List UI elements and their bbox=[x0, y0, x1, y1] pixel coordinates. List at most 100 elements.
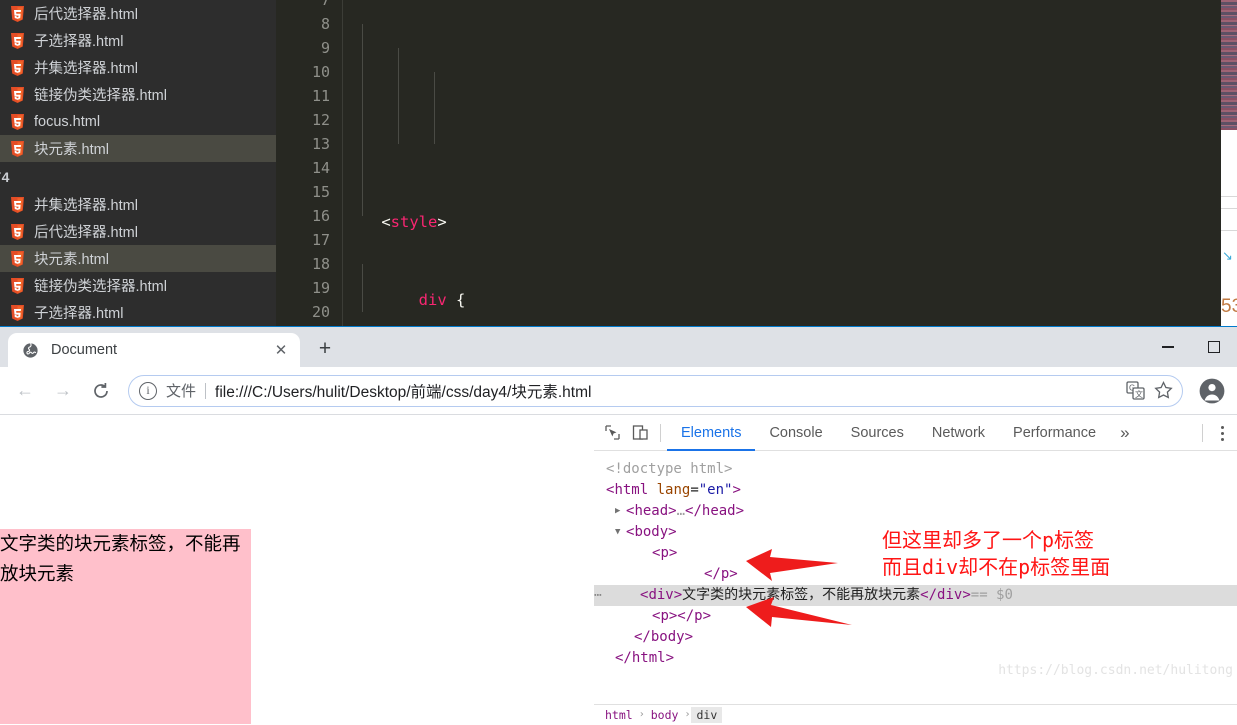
file-name: 块元素.html bbox=[34, 252, 109, 268]
info-icon[interactable]: i bbox=[139, 381, 157, 400]
more-options-icon[interactable] bbox=[1209, 419, 1235, 447]
collapse-caret-icon[interactable]: ▼ bbox=[615, 522, 626, 543]
vscode-window: 后代选择器.html 子选择器.html 并集选择器.html 链接伪类选择器.… bbox=[0, 0, 1237, 330]
browser-toolbar: ← → i 文件 file:///C:/Users/hulit/Desktop/… bbox=[0, 367, 1237, 415]
file-item[interactable]: 链接伪类选择器.html bbox=[0, 81, 276, 108]
file-item[interactable]: 并集选择器.html bbox=[0, 191, 276, 218]
code-lines[interactable]: <title>Document</title> <style> div { ba… bbox=[344, 0, 1237, 330]
devtools-toolbar-right bbox=[1196, 415, 1235, 451]
line-number: 17 bbox=[311, 231, 330, 249]
html5-file-icon bbox=[10, 277, 25, 294]
divider bbox=[1202, 424, 1203, 442]
scroll-dots-icon[interactable]: ⋯ bbox=[594, 585, 603, 606]
file-name: 后代选择器.html bbox=[34, 225, 138, 241]
file-explorer-sidebar[interactable]: 后代选择器.html 子选择器.html 并集选择器.html 链接伪类选择器.… bbox=[0, 0, 276, 330]
chrome-window: Document ✕ + ← → i 文件 file:///C:/Users/h… bbox=[0, 327, 1237, 725]
dom-node-p-empty[interactable]: <p></p> bbox=[606, 606, 1237, 627]
line-number: 15 bbox=[311, 183, 330, 201]
scheme-label: 文件 bbox=[166, 383, 197, 400]
url-input[interactable]: file:///C:/Users/hulit/Desktop/前端/css/da… bbox=[215, 380, 1120, 402]
file-item[interactable]: 后代选择器.html bbox=[0, 0, 276, 27]
explorer-group-header[interactable]: Y4 bbox=[0, 162, 276, 191]
close-icon[interactable]: ✕ bbox=[270, 339, 292, 361]
translate-icon[interactable]: G文 bbox=[1122, 378, 1148, 404]
code-line-7[interactable]: <title>Document</title> bbox=[344, 144, 1237, 156]
file-item[interactable]: 并集选择器.html bbox=[0, 54, 276, 81]
html5-file-icon bbox=[10, 250, 25, 267]
line-number: 14 bbox=[311, 159, 330, 177]
html5-file-icon bbox=[10, 304, 25, 321]
line-number: 20 bbox=[311, 303, 330, 321]
html5-file-icon bbox=[10, 223, 25, 240]
divider bbox=[205, 382, 207, 399]
file-name: 链接伪类选择器.html bbox=[34, 88, 167, 104]
dom-tree[interactable]: <!doctype html> <html lang="en"> ▶ <head>… bbox=[594, 451, 1237, 704]
line-number: 7 bbox=[320, 0, 330, 9]
tab-performance[interactable]: Performance bbox=[999, 415, 1110, 451]
breadcrumb-html[interactable]: html bbox=[600, 707, 638, 723]
code-line-9[interactable]: div { bbox=[344, 288, 1237, 312]
browser-tab[interactable]: Document ✕ bbox=[8, 333, 300, 367]
device-toolbar-icon[interactable] bbox=[626, 419, 654, 447]
file-name: focus.html bbox=[34, 113, 101, 130]
code-editor-area[interactable]: 7 8 9 10 11 12 13 14 15 16 17 18 19 20 <… bbox=[276, 0, 1237, 330]
address-bar[interactable]: i 文件 file:///C:/Users/hulit/Desktop/前端/c… bbox=[128, 374, 1183, 407]
indent-guide bbox=[362, 264, 363, 312]
dom-node-html-open[interactable]: <html lang="en"> bbox=[606, 480, 1237, 501]
inspect-element-icon[interactable] bbox=[598, 419, 626, 447]
html5-file-icon bbox=[10, 113, 25, 130]
maximize-button[interactable] bbox=[1191, 327, 1237, 367]
tab-sources[interactable]: Sources bbox=[837, 415, 918, 451]
dom-node-body-close[interactable]: </body> bbox=[606, 627, 1237, 648]
breadcrumb-body[interactable]: body bbox=[646, 707, 684, 723]
file-name: 链接伪类选择器.html bbox=[34, 279, 167, 295]
dom-node-div-selected[interactable]: ⋯ <div>文字类的块元素标签，不能再放块元素</div>== $0 bbox=[594, 585, 1237, 606]
html5-file-icon bbox=[10, 86, 25, 103]
minimize-icon bbox=[1162, 346, 1174, 348]
indent-guide bbox=[398, 48, 399, 144]
minimize-button[interactable] bbox=[1145, 327, 1191, 367]
cursor-arrow-icon: ↘ bbox=[1222, 248, 1233, 263]
maximize-icon bbox=[1208, 341, 1220, 353]
file-item[interactable]: 子选择器.html bbox=[0, 299, 276, 326]
new-tab-button[interactable]: + bbox=[310, 334, 340, 364]
expand-caret-icon[interactable]: ▶ bbox=[615, 501, 626, 522]
more-tabs-button[interactable]: » bbox=[1110, 415, 1139, 451]
annotation-arrow-dom-p-empty bbox=[746, 597, 852, 627]
file-item[interactable]: 子选择器.html bbox=[0, 27, 276, 54]
explorer-group-bottom: 并集选择器.html 后代选择器.html 块元素.html 链接伪类选择器.h… bbox=[0, 191, 276, 326]
explorer-group-label: Y4 bbox=[0, 168, 10, 185]
breadcrumb-div[interactable]: div bbox=[691, 706, 723, 723]
annotation-text-line1: 但这里却多了一个p标签 bbox=[882, 528, 1095, 552]
file-name: 块元素.html bbox=[34, 142, 109, 158]
watermark: https://blog.csdn.net/hulitong bbox=[998, 663, 1233, 678]
file-item[interactable]: 后代选择器.html bbox=[0, 218, 276, 245]
tab-console[interactable]: Console bbox=[755, 415, 836, 451]
window-controls bbox=[1145, 327, 1237, 367]
divider-line bbox=[1221, 208, 1237, 209]
file-item-active[interactable]: 块元素.html bbox=[0, 245, 276, 272]
tab-network[interactable]: Network bbox=[918, 415, 999, 451]
dom-node-head[interactable]: ▶ <head>…</head> bbox=[606, 501, 1237, 522]
annotation-text-line2: 而且div却不在p标签里面 bbox=[882, 555, 1111, 579]
reload-button[interactable] bbox=[84, 374, 118, 408]
page-viewport[interactable]: 文字类的块元素标签，不能再放块元素 看着没问题 bbox=[0, 415, 594, 724]
code-line-8[interactable]: <style> bbox=[344, 210, 1237, 234]
peek-number: 538 bbox=[1221, 296, 1237, 317]
line-number: 18 bbox=[311, 255, 330, 273]
screenshot-root: 后代选择器.html 子选择器.html 并集选择器.html 链接伪类选择器.… bbox=[0, 0, 1237, 725]
back-button[interactable]: ← bbox=[8, 374, 42, 408]
file-name: 并集选择器.html bbox=[34, 198, 138, 214]
star-icon[interactable] bbox=[1150, 378, 1176, 404]
profile-avatar-button[interactable] bbox=[1195, 374, 1229, 408]
file-name: 后代选择器.html bbox=[34, 7, 138, 23]
file-name: 子选择器.html bbox=[34, 34, 124, 50]
file-item[interactable]: 链接伪类选择器.html bbox=[0, 272, 276, 299]
file-item[interactable]: focus.html bbox=[0, 108, 276, 135]
forward-button[interactable]: → bbox=[46, 374, 80, 408]
tab-elements[interactable]: Elements bbox=[667, 415, 756, 451]
line-number: 11 bbox=[311, 87, 330, 105]
divider bbox=[660, 423, 661, 442]
tab-title: Document bbox=[51, 342, 118, 358]
file-item-active[interactable]: 块元素.html bbox=[0, 135, 276, 162]
